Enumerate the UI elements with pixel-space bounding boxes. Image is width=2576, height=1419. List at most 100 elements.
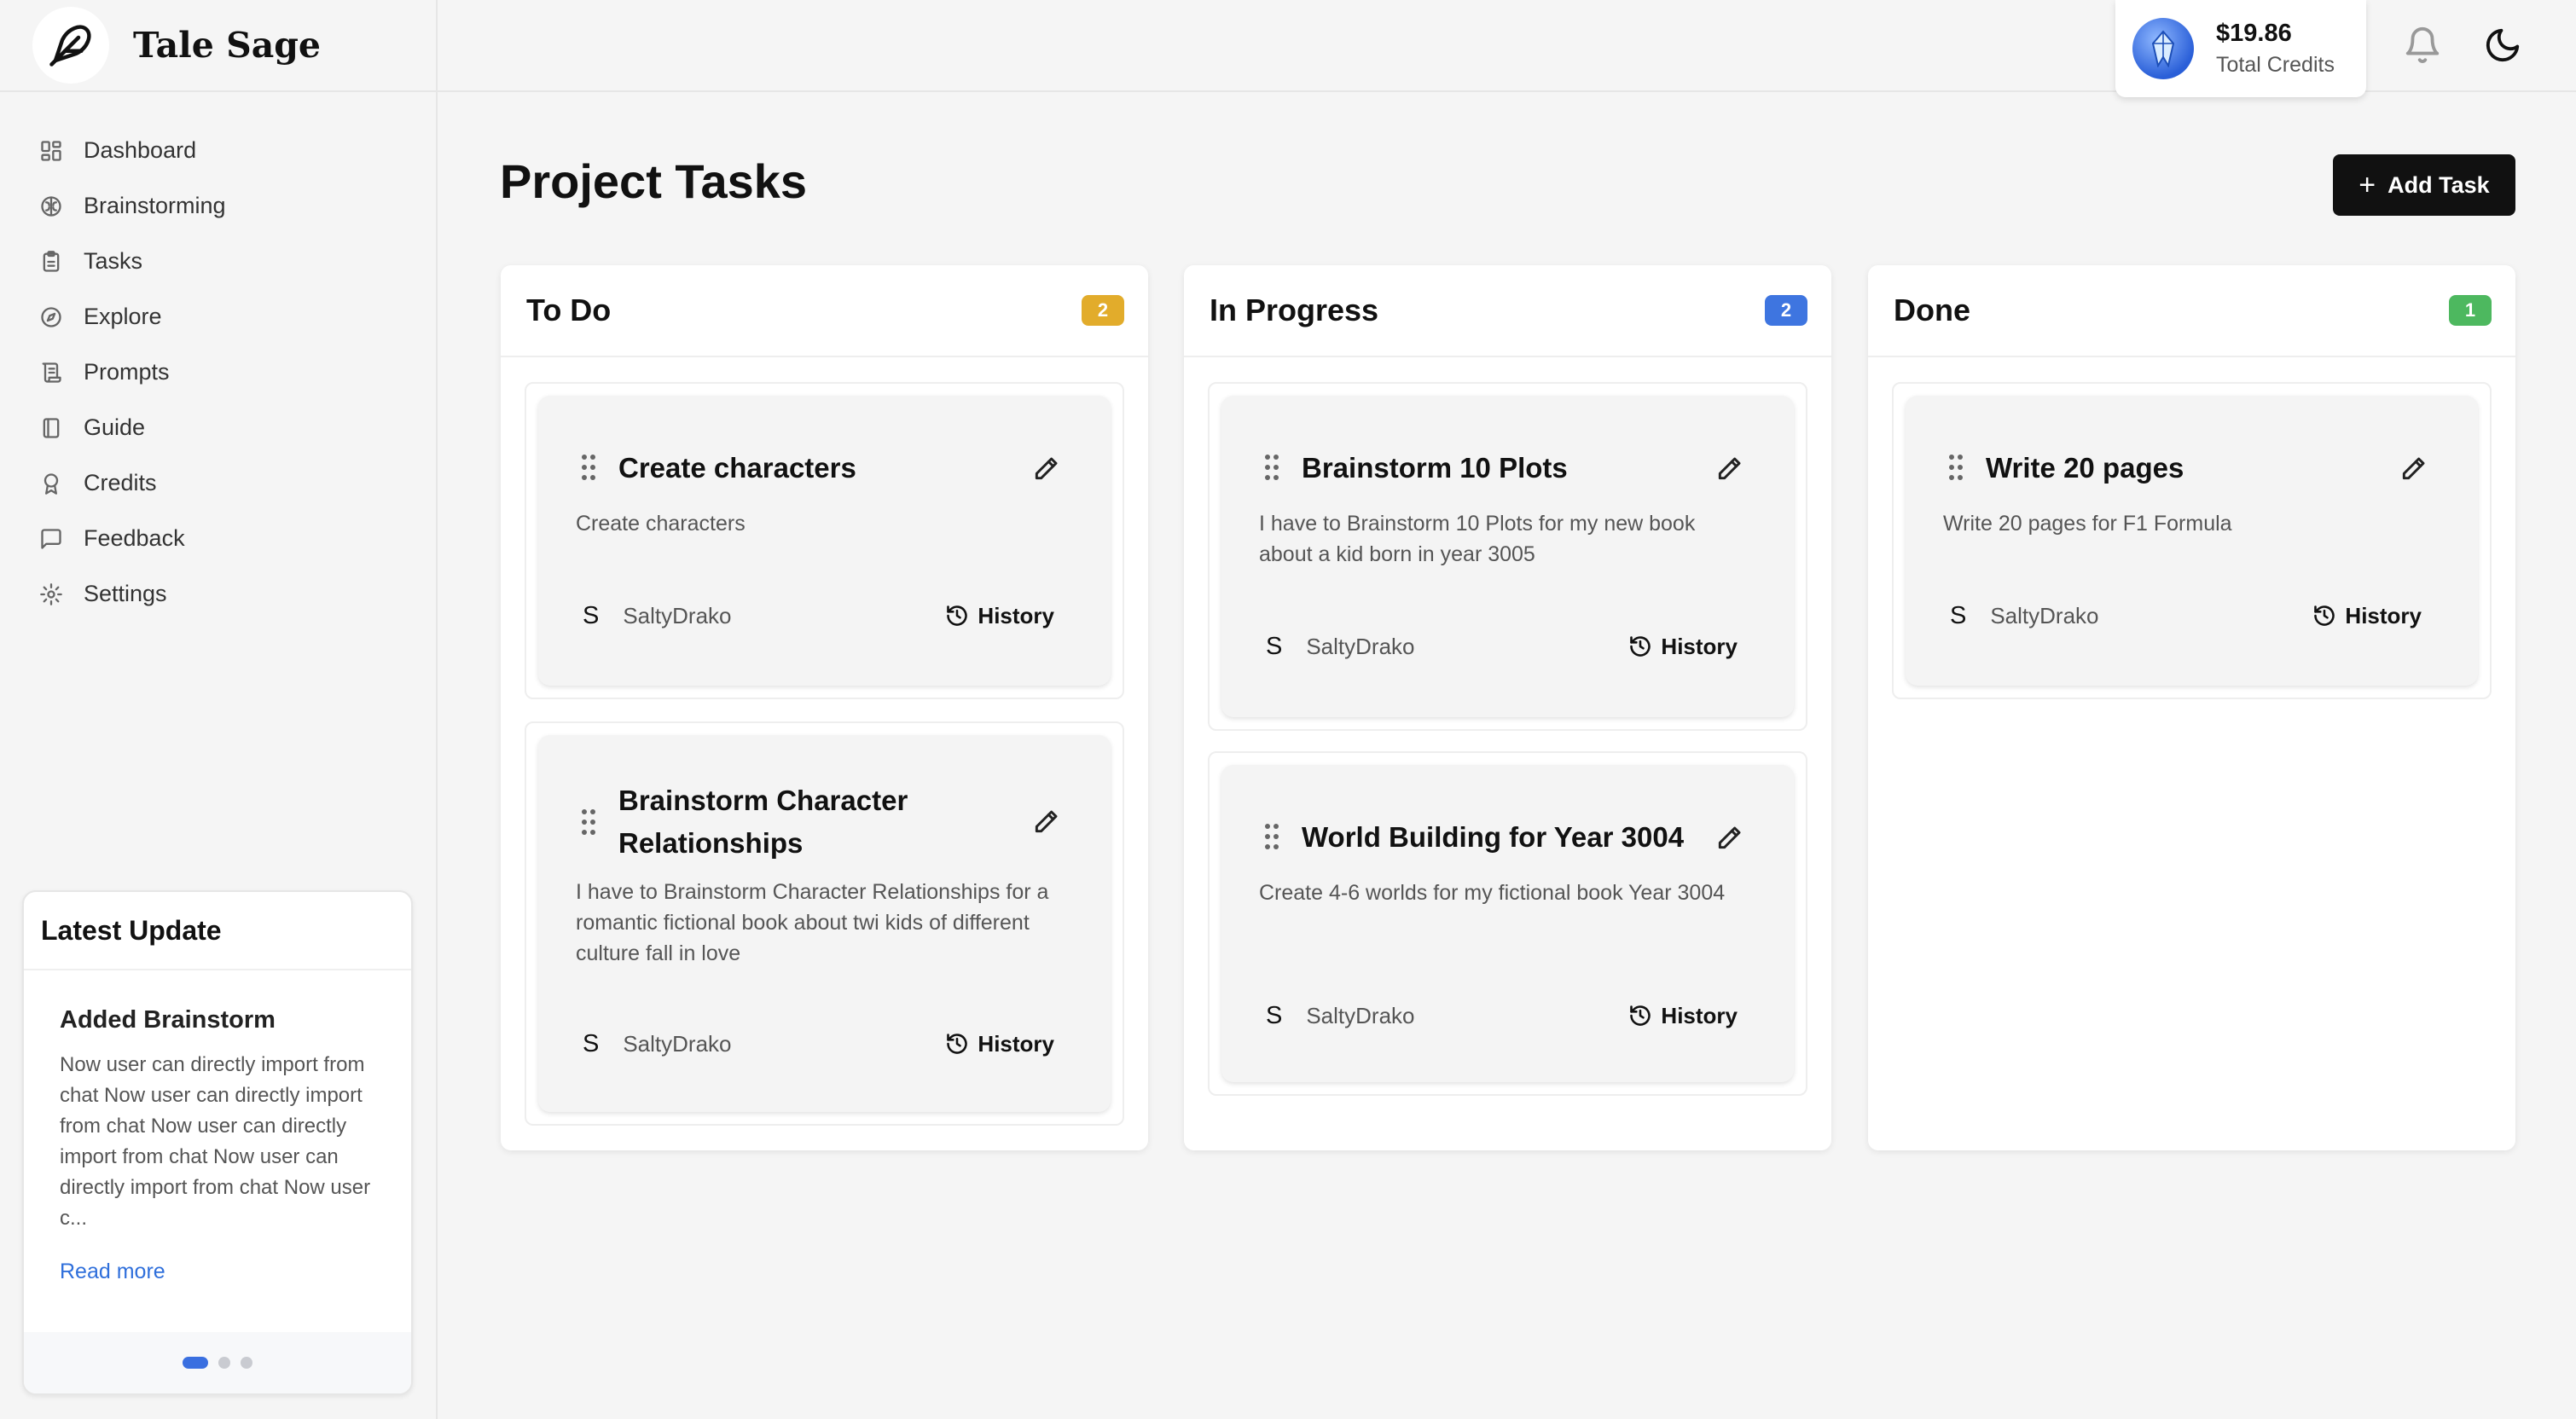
avatar: S: [1266, 632, 1283, 660]
sidebar-item-tasks[interactable]: Tasks: [0, 234, 436, 289]
bell-icon[interactable]: [2403, 26, 2442, 65]
column-title: In Progress: [1210, 292, 1379, 327]
compass-icon: [41, 306, 61, 327]
task-count-badge: 1: [2449, 295, 2492, 326]
task-title: Brainstorm Character Relationships: [618, 785, 908, 859]
sidebar-item-label: Dashboard: [84, 137, 197, 163]
task-description: I have to Brainstorm 10 Plots for my new…: [1259, 512, 1696, 566]
sidebar-item-label: Guide: [84, 414, 146, 440]
history-label: History: [2345, 602, 2422, 628]
carousel-dots: [24, 1332, 411, 1393]
history-icon: [1630, 1005, 1651, 1026]
sidebar-nav: Dashboard Brainstorming Tasks Explore Pr…: [0, 92, 436, 622]
task-description: I have to Brainstorm Character Relations…: [576, 880, 1049, 965]
sidebar-item-guide[interactable]: Guide: [0, 400, 436, 455]
sidebar-item-brainstorming[interactable]: Brainstorming: [0, 178, 436, 234]
history-icon: [1630, 636, 1651, 657]
history-button[interactable]: History: [1628, 634, 1738, 660]
task-count-badge: 2: [1082, 295, 1124, 326]
brand: Tale Sage: [0, 0, 436, 92]
task-card[interactable]: Write 20 pages Write 20 pages for F1 For…: [1906, 396, 2478, 686]
avatar: S: [1950, 601, 1967, 629]
edit-pencil-icon[interactable]: [1032, 455, 1059, 483]
sidebar-item-settings[interactable]: Settings: [0, 566, 436, 622]
sidebar-item-prompts[interactable]: Prompts: [0, 345, 436, 400]
task-card-container: World Building for Year 3004 Create 4-6 …: [1208, 751, 1807, 1096]
credits-widget[interactable]: $19.86 Total Credits: [2115, 0, 2366, 97]
plus-icon: +: [2358, 169, 2376, 201]
drag-handle-icon[interactable]: [1264, 454, 1279, 481]
history-label: History: [978, 1030, 1054, 1057]
edit-pencil-icon[interactable]: [1715, 455, 1743, 483]
carousel-dot[interactable]: [241, 1357, 252, 1369]
task-title: World Building for Year 3004: [1302, 821, 1685, 853]
sidebar-item-feedback[interactable]: Feedback: [0, 511, 436, 566]
update-text: Now user can directly import from chat N…: [60, 1053, 371, 1230]
column-title: To Do: [526, 292, 612, 327]
add-task-button[interactable]: + Add Task: [2333, 154, 2515, 216]
add-task-label: Add Task: [2387, 171, 2490, 198]
sidebar-item-label: Brainstorming: [84, 193, 226, 218]
award-icon: [44, 472, 59, 495]
sidebar-item-credits[interactable]: Credits: [0, 455, 436, 511]
task-card[interactable]: Create characters Create characters S Sa…: [538, 396, 1111, 686]
avatar: S: [583, 1029, 600, 1057]
edit-pencil-icon[interactable]: [1715, 825, 1743, 852]
moon-icon[interactable]: [2483, 26, 2522, 65]
task-description: Create 4-6 worlds for my fictional book …: [1259, 881, 1726, 905]
feather-logo-icon[interactable]: [32, 7, 109, 84]
edit-pencil-icon[interactable]: [2399, 455, 2427, 483]
edit-pencil-icon[interactable]: [1032, 808, 1059, 836]
history-icon: [947, 1034, 968, 1054]
sidebar-item-label: Explore: [84, 304, 162, 329]
task-card[interactable]: World Building for Year 3004 Create 4-6 …: [1221, 765, 1794, 1082]
task-assignee: S SaltyDrako: [583, 1030, 732, 1058]
sidebar-item-dashboard[interactable]: Dashboard: [0, 123, 436, 178]
book-icon: [43, 417, 60, 438]
gear-icon: [40, 582, 62, 605]
sidebar-item-label: Feedback: [84, 525, 185, 551]
assignee-name: SaltyDrako: [1306, 633, 1415, 659]
assignee-name: SaltyDrako: [623, 602, 732, 628]
scroll-icon: [42, 362, 61, 383]
task-assignee: S SaltyDrako: [583, 602, 732, 630]
drag-handle-icon[interactable]: [581, 454, 596, 481]
task-title: Create characters: [618, 452, 856, 484]
dashboard-icon: [41, 140, 61, 161]
task-card[interactable]: Brainstorm Character Relationships I hav…: [538, 735, 1111, 1112]
task-description: Create characters: [576, 512, 746, 536]
drag-handle-icon[interactable]: [581, 808, 596, 836]
assignee-name: SaltyDrako: [623, 1030, 732, 1057]
sidebar-item-explore[interactable]: Explore: [0, 289, 436, 345]
brain-icon: [41, 195, 61, 217]
carousel-dot[interactable]: [218, 1357, 230, 1369]
sidebar-item-label: Tasks: [84, 248, 143, 274]
app-name: Tale Sage: [133, 25, 322, 66]
task-title: Brainstorm 10 Plots: [1302, 452, 1568, 484]
column-todo: To Do 2 Create characters Create charact…: [501, 265, 1148, 1150]
task-card-container: Brainstorm 10 Plots I have to Brainstorm…: [1208, 382, 1807, 731]
carousel-dot[interactable]: [183, 1357, 208, 1369]
column-in-progress: In Progress 2 Brainstorm 10 Plots I have…: [1184, 265, 1831, 1150]
task-card[interactable]: Brainstorm 10 Plots I have to Brainstorm…: [1221, 396, 1794, 717]
sidebar-item-label: Settings: [84, 581, 167, 606]
task-assignee: S SaltyDrako: [1950, 602, 2099, 630]
update-title: Added Brainstorm: [60, 1006, 276, 1034]
drag-handle-icon[interactable]: [1264, 823, 1279, 850]
latest-update-heading: Latest Update: [24, 892, 411, 970]
task-assignee: S SaltyDrako: [1266, 633, 1415, 661]
column-title: Done: [1894, 292, 1970, 327]
sidebar-item-label: Prompts: [84, 359, 170, 385]
history-button[interactable]: History: [2312, 603, 2422, 629]
task-card-container: Brainstorm Character Relationships I hav…: [525, 721, 1124, 1126]
history-button[interactable]: History: [1628, 1003, 1738, 1029]
history-button[interactable]: History: [945, 1031, 1054, 1057]
history-button[interactable]: History: [945, 603, 1054, 629]
sidebar-item-label: Credits: [84, 470, 157, 495]
avatar: S: [1266, 1001, 1283, 1029]
read-more-link[interactable]: Read more: [60, 1260, 375, 1284]
task-card-container: Create characters Create characters S Sa…: [525, 382, 1124, 699]
drag-handle-icon[interactable]: [1948, 454, 1964, 481]
task-assignee: S SaltyDrako: [1266, 1002, 1415, 1030]
assignee-name: SaltyDrako: [1306, 1002, 1415, 1028]
